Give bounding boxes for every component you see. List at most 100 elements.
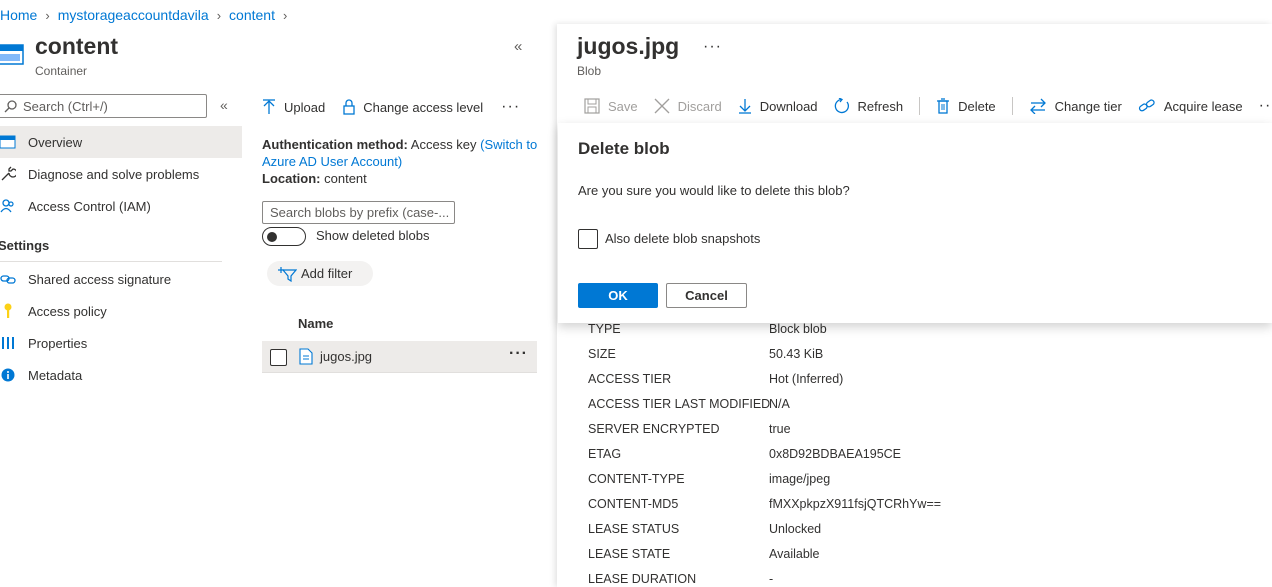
change-tier-label: Change tier bbox=[1054, 98, 1122, 114]
show-deleted-toggle[interactable] bbox=[262, 227, 306, 246]
location-label: Location: bbox=[262, 171, 321, 186]
property-row: TYPE Block blob bbox=[588, 320, 1188, 345]
refresh-label: Refresh bbox=[857, 98, 904, 114]
swap-icon bbox=[1029, 98, 1047, 114]
info-icon bbox=[0, 367, 16, 383]
download-icon bbox=[738, 98, 752, 114]
property-key: TYPE bbox=[588, 322, 621, 336]
nav-search-input[interactable]: Search (Ctrl+/) bbox=[0, 94, 207, 118]
change-access-level-button[interactable]: Change access level bbox=[343, 99, 483, 115]
properties-icon bbox=[0, 335, 16, 351]
delete-button[interactable]: Delete bbox=[936, 98, 996, 114]
sidebar-item-shared-access-signature[interactable]: Shared access signature bbox=[0, 263, 242, 295]
property-value: Hot (Inferred) bbox=[769, 372, 844, 386]
property-key: ACCESS TIER bbox=[588, 372, 672, 386]
breadcrumb-home[interactable]: Home bbox=[0, 7, 37, 23]
sidebar-item-access-policy[interactable]: Access policy bbox=[0, 295, 242, 327]
property-row: LEASE STATE Available bbox=[588, 545, 1188, 570]
search-icon bbox=[4, 99, 17, 113]
save-button[interactable]: Save bbox=[584, 98, 638, 114]
collapse-menu-icon[interactable]: « bbox=[220, 97, 228, 113]
property-value: - bbox=[769, 572, 774, 586]
row-checkbox[interactable] bbox=[270, 349, 287, 366]
sidebar-item-label: Access policy bbox=[28, 303, 107, 319]
container-icon bbox=[0, 43, 24, 67]
property-key: SIZE bbox=[588, 347, 616, 361]
download-label: Download bbox=[759, 98, 818, 114]
sidebar-item-label: Diagnose and solve problems bbox=[28, 166, 200, 182]
property-row: SIZE 50.43 KiB bbox=[588, 345, 1188, 370]
discard-label: Discard bbox=[677, 98, 722, 114]
upload-label: Upload bbox=[284, 99, 326, 115]
row-more-button[interactable]: ··· bbox=[509, 345, 528, 363]
download-button[interactable]: Download bbox=[738, 98, 818, 114]
dialog-message: Are you sure you would like to delete th… bbox=[578, 183, 850, 198]
column-header-name[interactable]: Name bbox=[298, 316, 333, 331]
more-actions-button[interactable]: ··· bbox=[501, 98, 520, 116]
property-key: ACCESS TIER LAST MODIFIED bbox=[588, 397, 771, 411]
property-value: 50.43 KiB bbox=[769, 347, 824, 361]
container-toolbar: Upload Change access level ··· bbox=[262, 96, 520, 118]
wrench-icon bbox=[0, 166, 16, 182]
sidebar-item-metadata[interactable]: Metadata bbox=[0, 359, 242, 391]
breadcrumb-container[interactable]: content bbox=[229, 7, 275, 23]
ok-button[interactable]: OK bbox=[578, 283, 658, 308]
property-row: LEASE STATUS Unlocked bbox=[588, 520, 1188, 545]
link-icon bbox=[0, 271, 16, 287]
delete-snapshots-checkbox[interactable] bbox=[578, 229, 598, 249]
property-row: ACCESS TIER LAST MODIFIED N/A bbox=[588, 395, 1188, 420]
location-value: content bbox=[324, 171, 367, 186]
table-row[interactable]: jugos.jpg ··· bbox=[262, 341, 537, 373]
blob-toolbar-more-button[interactable]: ··· bbox=[1259, 97, 1272, 115]
chevron-right-icon: › bbox=[216, 7, 222, 23]
acquire-lease-button[interactable]: Acquire lease bbox=[1138, 98, 1243, 114]
upload-button[interactable]: Upload bbox=[262, 99, 325, 115]
chevron-right-icon: › bbox=[282, 7, 288, 23]
blob-search-input[interactable]: Search blobs by prefix (case-... bbox=[262, 201, 455, 224]
auth-method-label: Authentication method: bbox=[262, 137, 408, 152]
discard-button[interactable]: Discard bbox=[654, 98, 722, 114]
page-title: content bbox=[35, 33, 119, 59]
breadcrumb: Home › mystorageaccountdavila › content … bbox=[0, 6, 295, 24]
property-row: LEASE DURATION - bbox=[588, 570, 1188, 587]
chevron-right-icon: › bbox=[45, 7, 50, 23]
blob-subtitle: Blob bbox=[577, 64, 602, 78]
refresh-button[interactable]: Refresh bbox=[834, 98, 904, 114]
property-value: fMXXpkpzX911fsjQTCRhYw== bbox=[769, 497, 942, 511]
show-deleted-label: Show deleted blobs bbox=[316, 228, 430, 243]
toolbar-divider bbox=[1011, 97, 1013, 115]
toolbar-divider bbox=[919, 97, 921, 115]
sidebar-item-properties[interactable]: Properties bbox=[0, 327, 242, 359]
divider bbox=[0, 261, 222, 262]
property-value: Block blob bbox=[769, 322, 827, 336]
blob-more-button[interactable]: ··· bbox=[703, 38, 722, 56]
dialog-title: Delete blob bbox=[578, 139, 670, 158]
property-row: CONTENT-TYPE image/jpeg bbox=[588, 470, 1188, 495]
sidebar-item-label: Access Control (IAM) bbox=[28, 198, 151, 214]
property-key: CONTENT-TYPE bbox=[588, 472, 685, 486]
filter-add-icon bbox=[277, 266, 297, 282]
property-key: LEASE STATUS bbox=[588, 522, 680, 536]
property-value: true bbox=[769, 422, 791, 436]
refresh-icon bbox=[834, 98, 850, 114]
sidebar-item-overview[interactable]: Overview bbox=[0, 126, 242, 158]
save-label: Save bbox=[608, 98, 638, 114]
nav-search-placeholder: Search (Ctrl+/) bbox=[23, 98, 108, 114]
sidebar-item-diagnose[interactable]: Diagnose and solve problems bbox=[0, 158, 242, 190]
property-value: N/A bbox=[769, 397, 790, 411]
close-icon bbox=[654, 98, 670, 114]
breadcrumb-storage-account[interactable]: mystorageaccountdavila bbox=[58, 7, 209, 23]
change-tier-button[interactable]: Change tier bbox=[1029, 98, 1122, 114]
property-row: ACCESS TIER Hot (Inferred) bbox=[588, 370, 1188, 395]
collapse-blade-icon[interactable]: « bbox=[514, 38, 522, 55]
add-filter-button[interactable]: Add filter bbox=[267, 261, 373, 286]
auth-info: Authentication method: Access key (Switc… bbox=[262, 136, 542, 187]
cancel-button[interactable]: Cancel bbox=[666, 283, 747, 308]
settings-section-header: Settings bbox=[0, 238, 50, 253]
sidebar-item-iam[interactable]: Access Control (IAM) bbox=[0, 190, 242, 222]
toggle-knob bbox=[267, 232, 277, 242]
blob-name[interactable]: jugos.jpg bbox=[320, 349, 372, 364]
blob-toolbar: Save Discard Download Refresh Delete Cha… bbox=[584, 95, 1272, 117]
delete-snapshots-label[interactable]: Also delete blob snapshots bbox=[605, 231, 760, 246]
property-key: SERVER ENCRYPTED bbox=[588, 422, 720, 436]
